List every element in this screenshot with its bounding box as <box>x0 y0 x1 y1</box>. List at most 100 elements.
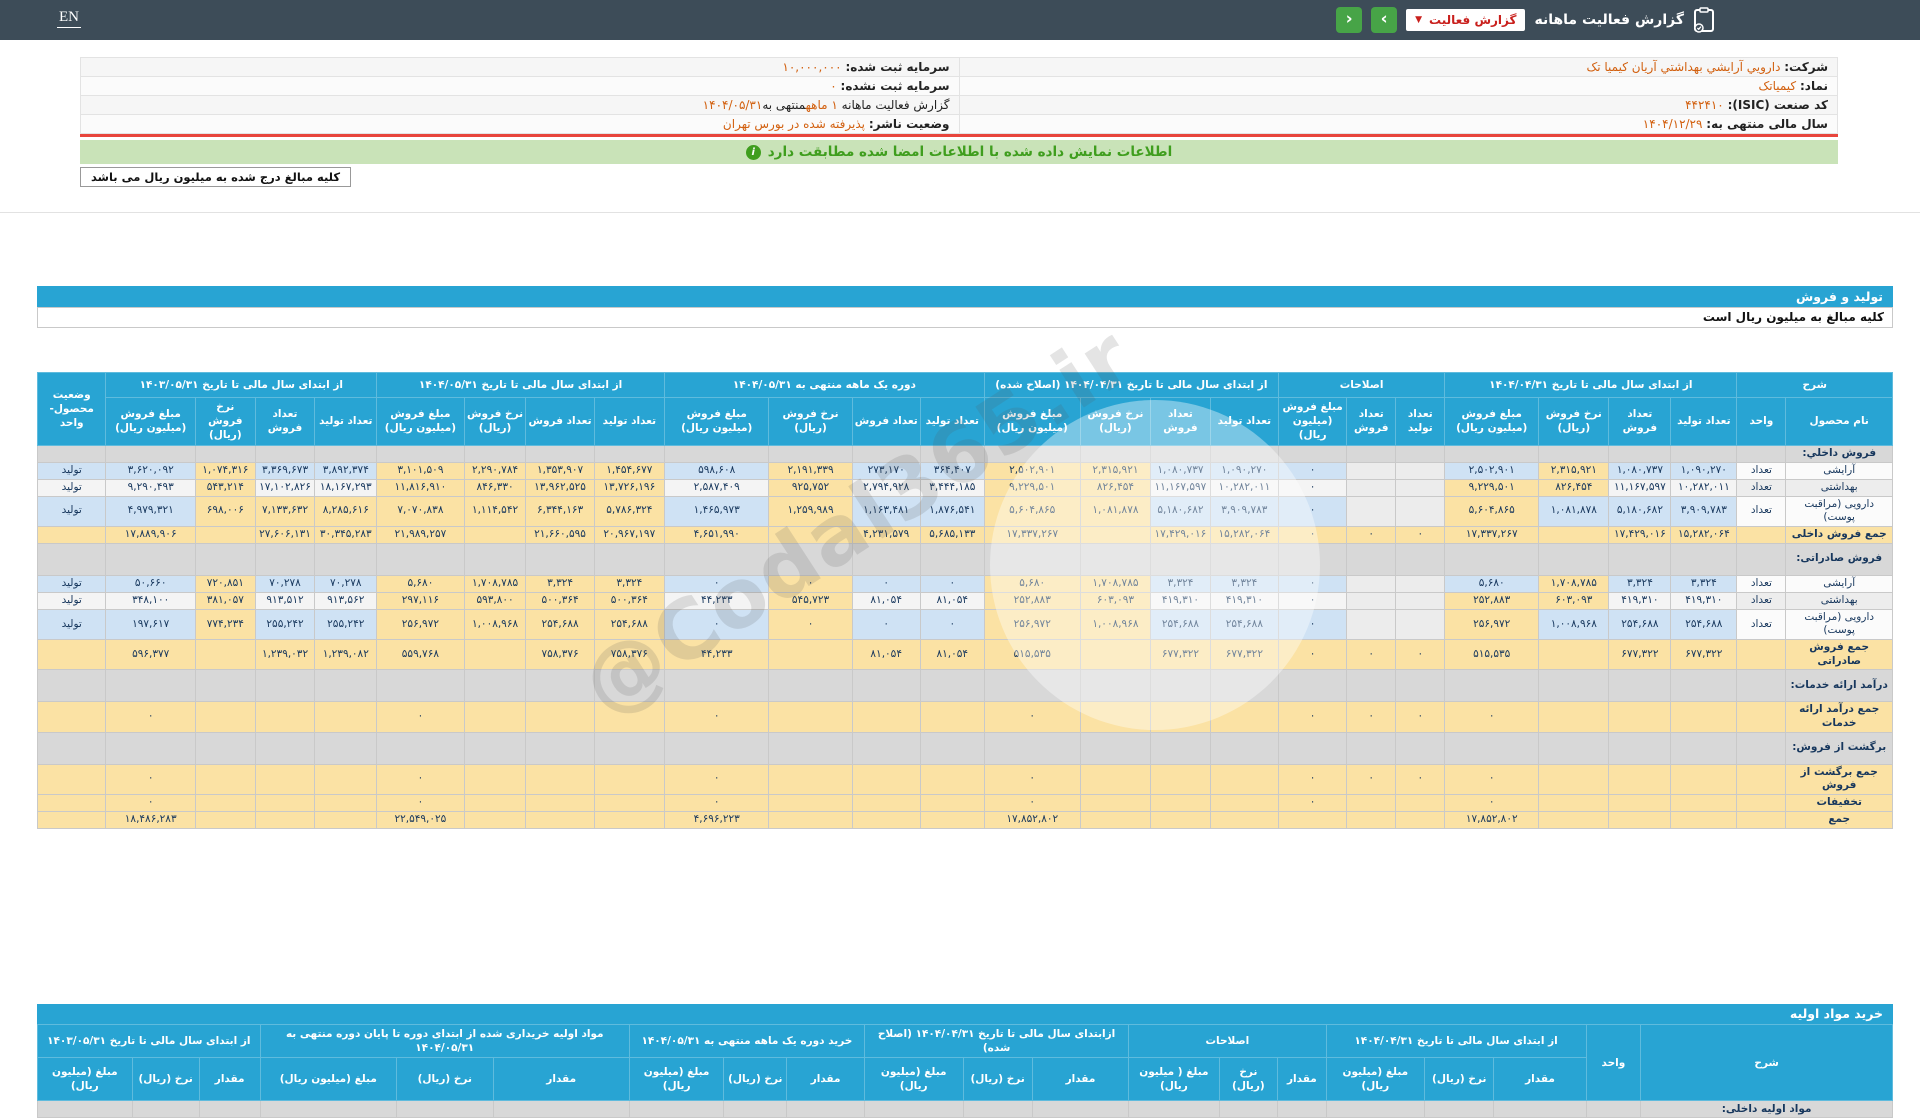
value-cell: ۳,۹۰۹,۷۸۳ <box>1210 496 1278 526</box>
value-cell: ۱,۰۸۰,۷۳۷ <box>1151 462 1211 479</box>
cell <box>315 670 377 702</box>
value-cell <box>1151 764 1211 794</box>
value-cell <box>1347 479 1396 496</box>
cell <box>1737 543 1786 575</box>
next-report-button[interactable]: › <box>1371 7 1397 33</box>
cell <box>199 1101 260 1118</box>
info-icon: i <box>746 145 761 160</box>
cell <box>1539 445 1609 462</box>
value-cell: ۶۷۷,۳۲۲ <box>1609 640 1671 670</box>
value-cell: ۴۴,۲۳۳ <box>665 640 769 670</box>
value-cell: ۲۵۵,۲۴۲ <box>315 609 377 639</box>
previous-report-button[interactable]: ‹ <box>1336 7 1362 33</box>
col-sub: تعداد تولید <box>1396 398 1445 446</box>
cell <box>1737 640 1786 670</box>
value-cell: ۰ <box>984 702 1080 732</box>
value-cell <box>1151 702 1211 732</box>
purchase-table-wrap: شرحواحداز ابتدای سال مالی تا تاریخ ۱۴۰۴/… <box>37 1024 1893 1118</box>
col-sub: مبلغ فروش (میلیون ریال) <box>665 398 769 446</box>
section-row: فروش داخلي: <box>38 445 1893 462</box>
value-cell: ۰ <box>106 702 196 732</box>
value-cell: ۳,۳۲۴ <box>1671 575 1737 592</box>
cell <box>377 445 464 462</box>
cell <box>920 445 984 462</box>
value-cell: ۸۲۶,۴۵۴ <box>1539 479 1609 496</box>
section-row: مواد اولیه داخلی: <box>38 1101 1893 1118</box>
col-group-5: از ابتدای سال مالی تا تاریخ ۱۴۰۳/۰۵/۳۱ <box>38 1025 261 1058</box>
value-cell <box>1671 811 1737 828</box>
value-cell <box>1210 794 1278 811</box>
info-row: شرکت: دارويي آرايشي بهداشتي آريان کيميا … <box>81 58 1838 77</box>
value-cell: ۱,۷۰۸,۷۸۵ <box>1539 575 1609 592</box>
value-cell: ۱۵,۲۸۲,۰۶۴ <box>1210 526 1278 543</box>
col-sub: مبلغ فروش (میلیون ریال) <box>1445 398 1539 446</box>
product-unit: تعداد <box>1737 479 1786 496</box>
value-cell: ۰ <box>106 764 196 794</box>
value-cell <box>920 811 984 828</box>
col-group-4: از ابتدای سال مالی تا تاریخ ۱۴۰۴/۰۵/۳۱ <box>377 373 665 398</box>
total-label: جمع فروش داخلی <box>1786 526 1893 543</box>
col-unit: واحد <box>1586 1025 1641 1101</box>
value-cell: ۹۱۳,۵۱۲ <box>255 592 315 609</box>
section-label: فروش صادراتی: <box>1786 543 1893 575</box>
value-cell: ۰ <box>377 702 464 732</box>
cell <box>1609 670 1671 702</box>
col-group-2: از ابتدای سال مالی تا تاریخ ۱۴۰۴/۰۴/۳۱ (… <box>984 373 1278 398</box>
total-label: جمع برگشت از فروش <box>1786 764 1893 794</box>
value-cell: ۹,۲۲۹,۵۰۱ <box>984 479 1080 496</box>
value-cell <box>1396 479 1445 496</box>
value-cell: ۰ <box>1278 496 1346 526</box>
report-period-date: ۱۴۰۴/۰۵/۳۱ <box>703 98 763 112</box>
cell <box>665 445 769 462</box>
value-cell: ۵۹۸,۶۰۸ <box>665 462 769 479</box>
product-unit: تعداد <box>1737 592 1786 609</box>
cell <box>665 732 769 764</box>
total-row: جمع برگشت از فروش۰۰۰۰۰۰۰۰ <box>38 764 1893 794</box>
signed-data-banner: اطلاعات نمایش داده شده با اطلاعات امضا ش… <box>80 140 1838 164</box>
cell <box>1080 445 1150 462</box>
total-row: جمع فروش داخلی۱۵,۲۸۲,۰۶۴۱۷,۴۲۹,۰۱۶۱۷,۳۳۷… <box>38 526 1893 543</box>
value-cell <box>1080 811 1150 828</box>
value-cell: ۴,۶۵۱,۹۹۰ <box>665 526 769 543</box>
cell <box>195 732 255 764</box>
language-en-link[interactable]: EN <box>57 9 81 28</box>
cell <box>1671 732 1737 764</box>
product-unit: تعداد <box>1737 462 1786 479</box>
value-cell <box>1396 794 1445 811</box>
col-sub: مبلغ فروش (میلیون ریال) <box>984 398 1080 446</box>
cell <box>1278 1101 1326 1118</box>
col-sub: مقدار <box>1278 1058 1326 1101</box>
sales-table-wrap: شرحاز ابتدای سال مالی تا تاریخ ۱۴۰۴/۰۴/۳… <box>37 372 1893 829</box>
value-cell <box>255 794 315 811</box>
info-row: نماد: کیمیاتک سرمایه ثبت نشده: ۰ <box>81 77 1838 96</box>
value-cell <box>1539 764 1609 794</box>
sales-table: شرحاز ابتدای سال مالی تا تاریخ ۱۴۰۴/۰۴/۳… <box>37 372 1893 829</box>
value-cell: ۰ <box>665 764 769 794</box>
value-cell: ۰ <box>665 575 769 592</box>
cell <box>464 670 526 702</box>
value-cell: ۰ <box>106 794 196 811</box>
cell <box>1539 543 1609 575</box>
section-row: فروش صادراتی: <box>38 543 1893 575</box>
report-type-dropdown[interactable]: گزارش فعالیت▼ <box>1406 9 1525 31</box>
cell <box>1129 1101 1219 1118</box>
col-group-0: از ابتدای سال مالی تا تاریخ ۱۴۰۴/۰۴/۳۱ <box>1326 1025 1586 1058</box>
col-product-name: نام محصول <box>1786 398 1893 446</box>
cell <box>1151 543 1211 575</box>
cell <box>1219 1101 1278 1118</box>
value-cell: ۱۸,۴۸۶,۲۸۳ <box>106 811 196 828</box>
cell <box>1151 445 1211 462</box>
value-cell <box>769 702 852 732</box>
cell <box>1609 543 1671 575</box>
value-cell <box>1151 811 1211 828</box>
clipboard-icon <box>1693 7 1715 33</box>
value-cell: ۱۷,۳۳۷,۲۶۷ <box>984 526 1080 543</box>
isic-label: کد صنعت (ISIC): <box>1728 98 1828 112</box>
total-label: جمع <box>1786 811 1893 828</box>
value-cell: ۱,۰۰۸,۹۶۸ <box>1080 609 1150 639</box>
status-cell <box>38 764 106 794</box>
value-cell: ۷۵۸,۳۷۶ <box>526 640 594 670</box>
value-cell <box>1347 609 1396 639</box>
cell <box>106 543 196 575</box>
value-cell: ۶۷۷,۳۲۲ <box>1671 640 1737 670</box>
